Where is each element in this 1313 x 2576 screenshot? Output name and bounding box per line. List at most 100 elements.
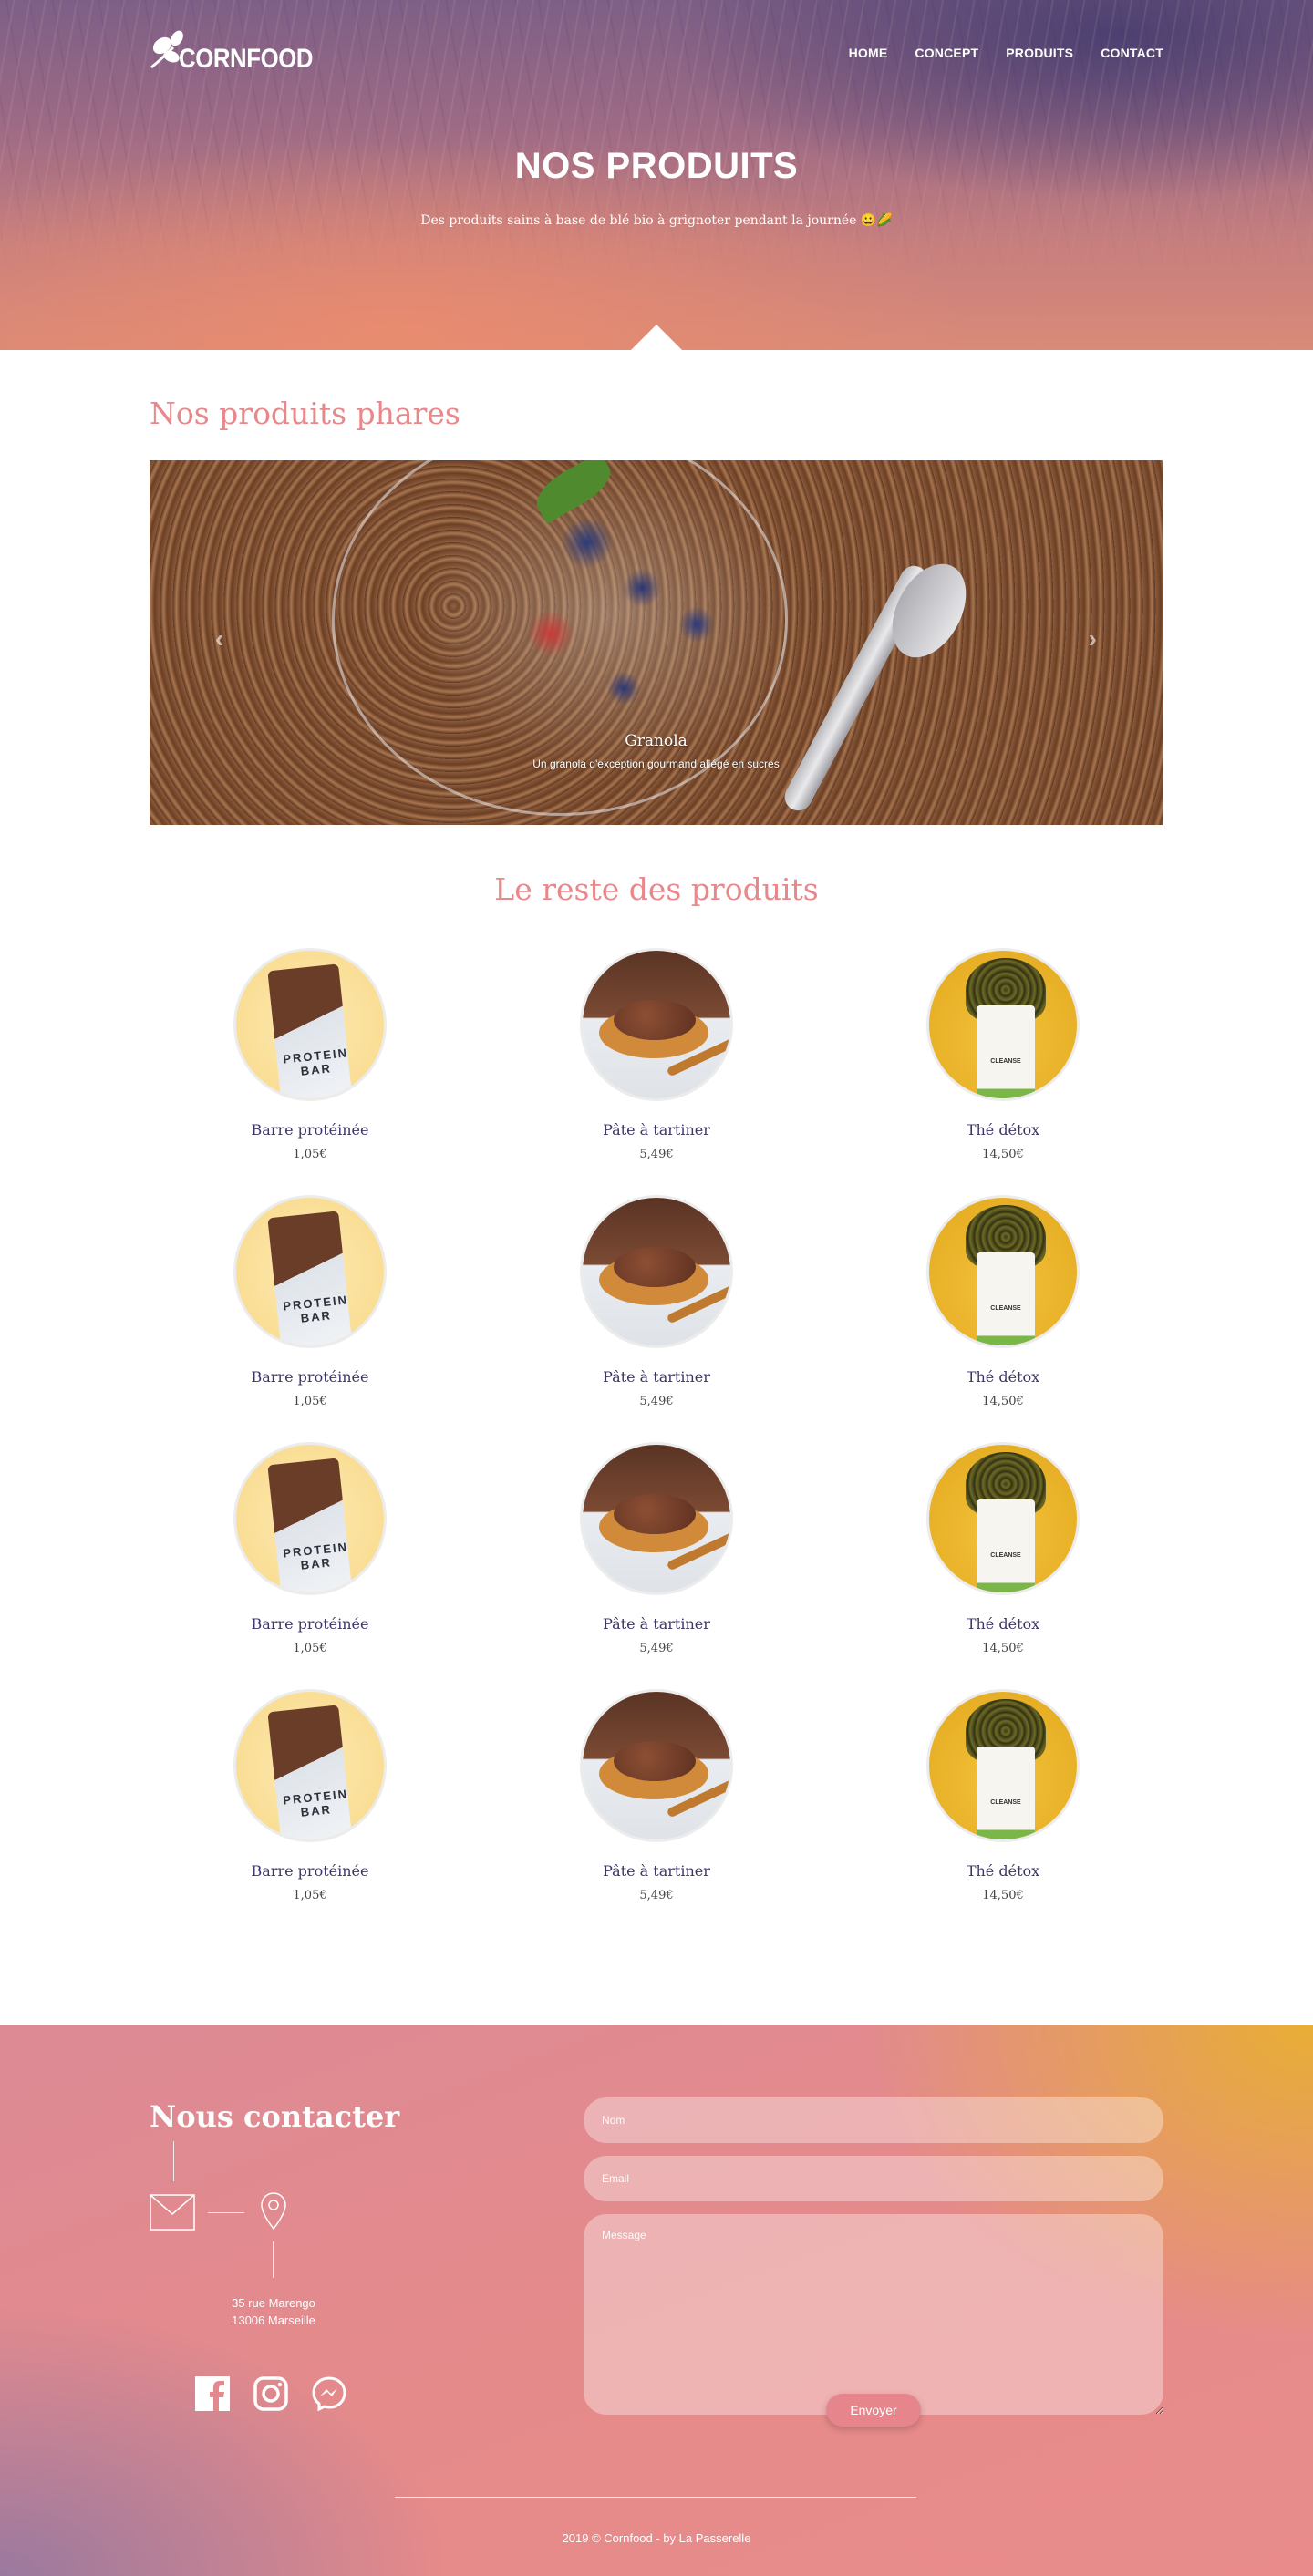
contact-footer: Nous contacter 35 rue Marengo 13006 Mars… [0,2025,1313,2576]
address-city: 13006 Marseille [232,2313,315,2327]
product-price: 5,49€ [639,1889,674,1902]
slide-caption: Un granola d'exception gourmand allégé e… [532,757,780,770]
nav-concept[interactable]: CONCEPT [915,46,978,60]
can-label: CLEANSE [990,1552,1021,1559]
product-price: 1,05€ [293,1148,327,1161]
connector-line [208,2212,244,2213]
product-price: 14,50€ [982,1395,1024,1408]
chocolate-spread-image [580,1442,733,1595]
page-subtitle: Des produits sains à base de blé bio à g… [420,213,893,228]
product-card[interactable]: CLEANSE Thé détox 14,50€ [866,1195,1140,1408]
product-price: 14,50€ [982,1889,1024,1902]
footer-divider [395,2497,916,2498]
can-label: CLEANSE [990,1305,1021,1312]
logo-text: CORNFOOD [179,44,314,74]
protein-bar-image: PROTEIN BAR [233,948,387,1101]
product-name: Thé détox [966,1121,1040,1139]
product-card[interactable]: Pâte à tartiner 5,49€ [520,1195,793,1408]
bar-pack [267,963,353,1098]
hero-notch [631,325,682,350]
product-name: Barre protéinée [251,1368,369,1386]
bar-pack [267,1211,353,1345]
product-price: 1,05€ [293,1642,327,1655]
featured-carousel[interactable]: ‹ › Granola Un granola d'exception gourm… [150,460,1163,825]
product-price: 5,49€ [639,1395,674,1408]
product-name: Barre protéinée [251,1615,369,1633]
address-street: 35 rue Marengo [232,2296,315,2310]
bar-pack [267,1458,353,1592]
product-price: 5,49€ [639,1642,674,1655]
tea-can [977,1252,1035,1345]
mail-icon[interactable] [150,2194,195,2231]
chocolate-spread-image [580,1689,733,1842]
chevron-left-icon[interactable]: ‹ [215,624,223,654]
email-field[interactable] [584,2156,1163,2201]
can-label: CLEANSE [990,1799,1021,1806]
product-name: Thé détox [966,1862,1040,1880]
main-nav: HOME CONCEPT PRODUITS CONTACT [849,46,1163,60]
chevron-right-icon[interactable]: › [1089,624,1097,654]
product-price: 1,05€ [293,1889,327,1902]
contact-form: Envoyer [584,2097,1163,2427]
protein-bar-image: PROTEIN BAR [233,1195,387,1348]
chocolate-spread-image [580,1195,733,1348]
product-card[interactable]: Pâte à tartiner 5,49€ [520,948,793,1161]
hero-header: CORNFOOD HOME CONCEPT PRODUITS CONTACT N… [0,0,1313,350]
send-button[interactable]: Envoyer [826,2394,921,2427]
detox-tea-image: CLEANSE [926,1689,1080,1842]
product-name: Thé détox [966,1615,1040,1633]
can-label: CLEANSE [990,1058,1021,1065]
copyright: 2019 © Cornfood - by La Passerelle [562,2531,751,2545]
product-price: 14,50€ [982,1148,1024,1161]
logo[interactable]: CORNFOOD [150,26,335,80]
product-name: Pâte à tartiner [603,1862,710,1880]
product-name: Pâte à tartiner [603,1615,710,1633]
product-name: Pâte à tartiner [603,1368,710,1386]
location-pin-icon[interactable] [259,2190,288,2231]
tea-can [977,1005,1035,1098]
product-card[interactable]: Pâte à tartiner 5,49€ [520,1442,793,1655]
protein-bar-image: PROTEIN BAR [233,1442,387,1595]
product-name: Thé détox [966,1368,1040,1386]
connector-line [173,2141,174,2181]
protein-bar-image: PROTEIN BAR [233,1689,387,1842]
nav-home[interactable]: HOME [849,46,888,60]
name-field[interactable] [584,2097,1163,2143]
product-card[interactable]: CLEANSE Thé détox 14,50€ [866,948,1140,1161]
instagram-icon[interactable] [252,2375,290,2413]
spread-chocolate [614,1741,696,1781]
contact-title: Nous contacter [150,2099,400,2134]
facebook-icon[interactable] [193,2375,232,2413]
product-card[interactable]: CLEANSE Thé détox 14,50€ [866,1689,1140,1902]
detox-tea-image: CLEANSE [926,1442,1080,1595]
detox-tea-image: CLEANSE [926,948,1080,1101]
product-card[interactable]: PROTEIN BAR Barre protéinée 1,05€ [173,1442,447,1655]
tea-can [977,1499,1035,1592]
product-card[interactable]: PROTEIN BAR Barre protéinée 1,05€ [173,948,447,1161]
product-card[interactable]: PROTEIN BAR Barre protéinée 1,05€ [173,1689,447,1902]
product-name: Pâte à tartiner [603,1121,710,1139]
product-card[interactable]: CLEANSE Thé détox 14,50€ [866,1442,1140,1655]
messenger-icon[interactable] [310,2375,348,2413]
product-price: 14,50€ [982,1642,1024,1655]
detox-tea-image: CLEANSE [926,1195,1080,1348]
product-card[interactable]: PROTEIN BAR Barre protéinée 1,05€ [173,1195,447,1408]
nav-contact[interactable]: CONTACT [1101,46,1163,60]
message-field[interactable] [584,2214,1163,2415]
spread-chocolate [614,1494,696,1534]
chocolate-spread-image [580,948,733,1101]
product-name: Barre protéinée [251,1121,369,1139]
social-links [193,2375,348,2413]
spread-chocolate [614,1000,696,1040]
product-name: Barre protéinée [251,1862,369,1880]
spread-chocolate [614,1247,696,1287]
products-section-title: Le reste des produits [494,871,819,907]
bar-pack [267,1705,353,1839]
nav-produits[interactable]: PRODUITS [1006,46,1073,60]
address: 35 rue Marengo 13006 Marseille [201,2294,346,2329]
product-card[interactable]: Pâte à tartiner 5,49€ [520,1689,793,1902]
page-title: NOS PRODUITS [514,146,799,186]
featured-section-title: Nos produits phares [150,396,460,431]
product-price: 5,49€ [639,1148,674,1161]
slide-title: Granola [625,732,688,750]
